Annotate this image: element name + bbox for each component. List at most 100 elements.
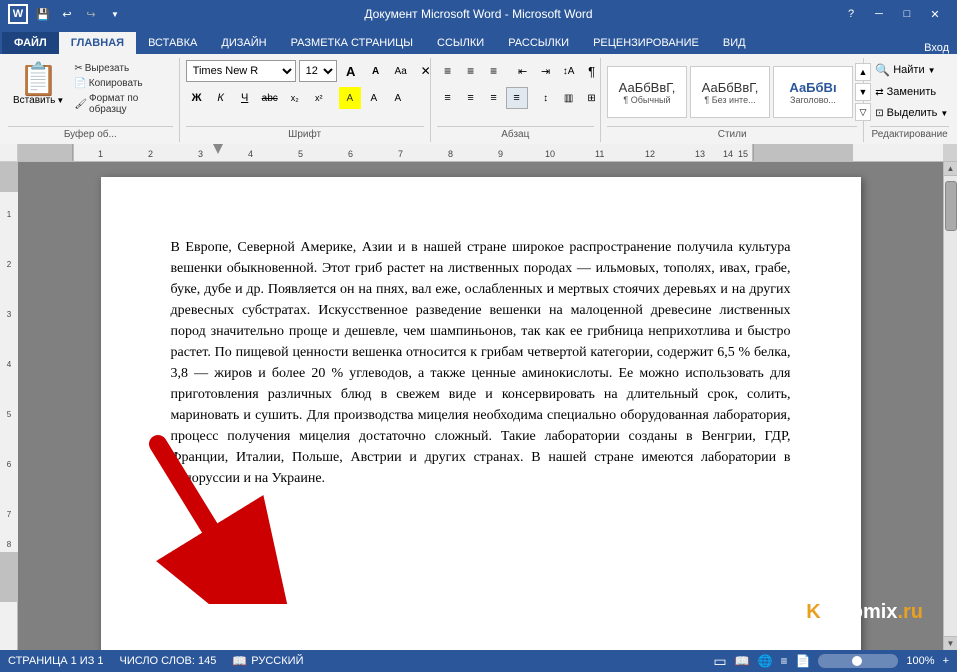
tab-design[interactable]: ДИЗАЙН xyxy=(209,32,278,54)
underline-button[interactable]: Ч xyxy=(234,87,256,109)
svg-text:3: 3 xyxy=(7,310,12,319)
select-arrow: ▼ xyxy=(940,109,948,118)
scroll-thumb[interactable] xyxy=(945,181,957,231)
style-normal-preview: АаБбВвГ, xyxy=(614,80,680,95)
format-painter-icon: 🖌 xyxy=(74,99,87,110)
shading-button[interactable]: А xyxy=(387,87,409,109)
view-web-button[interactable]: 🌐 xyxy=(758,654,773,668)
line-spacing-button[interactable]: ↕ xyxy=(535,87,557,109)
list-row: ≡ ≡ ≡ ⇤ ⇥ ↕A ¶ xyxy=(437,60,603,82)
view-read-button[interactable]: 📖 xyxy=(735,654,750,668)
undo-quick[interactable]: ↩ xyxy=(58,5,76,23)
superscript-button[interactable]: x² xyxy=(308,87,330,109)
style-normal-label: ¶ Обычный xyxy=(614,95,680,105)
styles-group: АаБбВвГ, ¶ Обычный АаБбВвГ, ¶ Без инте..… xyxy=(601,58,864,142)
close-button[interactable]: ✕ xyxy=(921,0,949,28)
find-button[interactable]: 🔍 Найти ▼ xyxy=(870,60,940,80)
subscript-button[interactable]: x₂ xyxy=(284,87,306,109)
page-canvas: В Европе, Северной Америке, Азии и в наш… xyxy=(18,162,943,650)
zoom-slider[interactable] xyxy=(818,654,898,668)
italic-button[interactable]: К xyxy=(210,87,232,109)
paste-label-row: Вставить ▼ xyxy=(13,95,64,106)
status-left: СТРАНИЦА 1 ИЗ 1 ЧИСЛО СЛОВ: 145 📖 РУССКИ… xyxy=(8,654,303,668)
style-nointervl[interactable]: АаБбВвГ, ¶ Без инте... xyxy=(690,66,770,118)
shading-para-button[interactable]: ▥ xyxy=(558,87,580,109)
paste-button[interactable]: 📋 Вставить ▼ xyxy=(8,60,69,109)
app-icon: W xyxy=(8,4,28,24)
paste-label: Вставить xyxy=(13,95,55,106)
numbering-button[interactable]: ≡ xyxy=(460,60,482,82)
restore-button[interactable]: □ xyxy=(893,0,921,28)
multilevel-button[interactable]: ≡ xyxy=(483,60,505,82)
editing-label: Редактирование xyxy=(870,126,949,140)
scroll-track[interactable] xyxy=(944,176,957,636)
bold-button[interactable]: Ж xyxy=(186,87,208,109)
zoom-in-button[interactable]: + xyxy=(943,655,949,667)
svg-text:6: 6 xyxy=(7,460,12,469)
kompmix-watermark: Kompmix.ru xyxy=(806,601,923,624)
scroll-up-button[interactable]: ▲ xyxy=(944,162,957,176)
replace-button[interactable]: ⇄ Заменить xyxy=(870,83,941,101)
redo-quick[interactable]: ↪ xyxy=(82,5,100,23)
ruler-svg: 1 2 3 4 5 6 7 8 9 10 11 12 13 14 15 xyxy=(18,144,943,162)
style-normal[interactable]: АаБбВвГ, ¶ Обычный xyxy=(607,66,687,118)
borders-button[interactable]: ⊞ xyxy=(581,87,603,109)
tab-view[interactable]: ВИД xyxy=(711,32,758,54)
highlight-button[interactable]: А xyxy=(339,87,361,109)
tab-file[interactable]: ФАЙЛ xyxy=(2,32,59,54)
increase-indent-button[interactable]: ⇥ xyxy=(535,60,557,82)
align-row: ≡ ≡ ≡ ≡ ↕ ▥ ⊞ xyxy=(437,87,603,109)
align-left-button[interactable]: ≡ xyxy=(437,87,459,109)
cut-button[interactable]: ✂Вырезать xyxy=(71,62,172,75)
tab-home[interactable]: ГЛАВНАЯ xyxy=(59,32,136,54)
paragraph-group: ≡ ≡ ≡ ⇤ ⇥ ↕A ¶ ≡ ≡ ≡ ≡ ↕ ▥ ⊞ xyxy=(431,58,601,142)
title-bar: W 💾 ↩ ↪ ▼ Документ Microsoft Word - Micr… xyxy=(0,0,957,28)
minimize-button[interactable]: ─ xyxy=(865,0,893,28)
paragraph-label: Абзац xyxy=(437,126,594,140)
align-right-button[interactable]: ≡ xyxy=(483,87,505,109)
decrease-font-button[interactable]: A xyxy=(365,60,387,82)
page-info: СТРАНИЦА 1 ИЗ 1 xyxy=(8,655,104,667)
view-outline-button[interactable]: ≡ xyxy=(780,654,787,668)
scroll-down-button[interactable]: ▼ xyxy=(944,636,957,650)
help-button[interactable]: ? xyxy=(837,0,865,28)
vertical-scrollbar: ▲ ▼ xyxy=(943,162,957,650)
save-quick[interactable]: 💾 xyxy=(34,5,52,23)
strikethrough-button[interactable]: abc xyxy=(258,87,282,109)
tab-references[interactable]: ССЫЛКИ xyxy=(425,32,496,54)
style-heading1[interactable]: АаБбВı Заголово... xyxy=(773,66,853,118)
tab-review[interactable]: РЕЦЕНЗИРОВАНИЕ xyxy=(581,32,711,54)
customize-quick[interactable]: ▼ xyxy=(106,5,124,23)
format-painter-button[interactable]: 🖌Формат по образцу xyxy=(71,92,172,116)
cut-icon: ✂ xyxy=(74,63,82,74)
select-label: Выделить xyxy=(887,107,938,119)
font-size-select[interactable]: 12 xyxy=(299,60,337,82)
clipboard-small-buttons: ✂Вырезать 📄Копировать 🖌Формат по образцу xyxy=(71,60,172,116)
increase-font-button[interactable]: A xyxy=(340,60,362,82)
svg-text:13: 13 xyxy=(695,149,705,159)
copy-button[interactable]: 📄Копировать xyxy=(71,77,172,90)
sort-button[interactable]: ↕A xyxy=(558,60,580,82)
view-normal-button[interactable]: ▭ xyxy=(713,653,726,670)
decrease-indent-button[interactable]: ⇤ xyxy=(512,60,534,82)
view-draft-button[interactable]: 📄 xyxy=(795,654,810,668)
bullets-button[interactable]: ≡ xyxy=(437,60,459,82)
change-case-button[interactable]: Аа xyxy=(390,60,412,82)
align-justify-button[interactable]: ≡ xyxy=(506,87,528,109)
select-button[interactable]: ⊡ Выделить ▼ xyxy=(870,104,953,122)
tab-layout[interactable]: РАЗМЕТКА СТРАНИЦЫ xyxy=(279,32,425,54)
paste-icon: 📋 xyxy=(19,63,59,95)
font-color-button[interactable]: А xyxy=(363,87,385,109)
status-right: ▭ 📖 🌐 ≡ 📄 100% + xyxy=(713,653,949,670)
align-center-button[interactable]: ≡ xyxy=(460,87,482,109)
svg-text:8: 8 xyxy=(7,540,12,549)
svg-text:5: 5 xyxy=(298,149,303,159)
show-marks-button[interactable]: ¶ xyxy=(581,60,603,82)
tab-mailings[interactable]: РАССЫЛКИ xyxy=(496,32,581,54)
login-link[interactable]: Вход xyxy=(916,42,957,54)
tab-insert[interactable]: ВСТАВКА xyxy=(136,32,209,54)
editing-group: 🔍 Найти ▼ ⇄ Заменить ⊡ Выделить ▼ Редакт… xyxy=(864,58,955,142)
paste-dropdown-arrow[interactable]: ▼ xyxy=(56,96,64,105)
document-text[interactable]: В Европе, Северной Америке, Азии и в наш… xyxy=(171,237,791,489)
font-name-select[interactable]: Times New R xyxy=(186,60,296,82)
